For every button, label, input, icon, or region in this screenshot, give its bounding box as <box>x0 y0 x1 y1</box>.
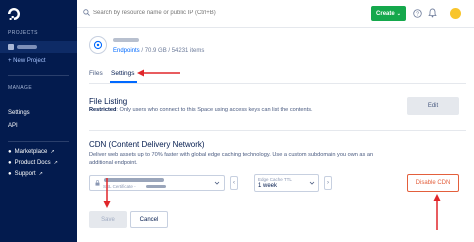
new-project-link[interactable]: + New Project <box>8 58 46 64</box>
restricted-text: : Only users who connect to this Space u… <box>116 107 313 113</box>
product-docs-label: Product Docs <box>14 160 51 166</box>
endpoints-link[interactable]: Endpoints <box>113 48 140 54</box>
manage-label: MANAGE <box>8 85 33 91</box>
lock-icon <box>95 180 100 186</box>
tabs-divider <box>89 83 466 84</box>
sidebar-divider <box>8 141 69 142</box>
marketplace-label: Marketplace <box>14 149 48 155</box>
save-button[interactable]: Save <box>89 211 127 228</box>
external-link-icon: ↗ <box>38 171 43 177</box>
chevron-down-icon <box>214 181 220 185</box>
sidebar-item-api[interactable]: API <box>8 123 18 129</box>
cdn-title: CDN (Content Delivery Network) <box>89 140 205 149</box>
edit-button[interactable]: Edit <box>407 97 459 115</box>
ttl-label: Edge Cache TTL <box>258 177 292 182</box>
tab-files[interactable]: Files <box>89 70 103 77</box>
cdn-description-line-2: additional endpoint. <box>89 160 138 166</box>
sidebar-item-settings[interactable]: Settings <box>8 110 30 116</box>
create-button[interactable]: Create ⌄ <box>371 6 406 21</box>
sidebar-link-support[interactable]: ● Support ↗ <box>8 171 43 177</box>
chevron-down-icon <box>309 181 315 185</box>
chevron-down-icon: ⌄ <box>396 10 401 17</box>
bullet-icon: ● <box>8 160 12 166</box>
annotation-arrow-left-icon <box>137 69 180 77</box>
restricted-label: Restricted <box>89 107 117 113</box>
projects-label: PROJECTS <box>8 30 38 36</box>
annotation-arrow-down-icon <box>103 178 111 208</box>
ttl-value: 1 week <box>258 183 278 189</box>
section-divider <box>89 130 466 131</box>
file-listing-description: Restricted: Only users who connect to th… <box>89 106 313 114</box>
project-icon <box>8 44 14 50</box>
support-label: Support <box>14 171 36 177</box>
space-meta: Endpoints / 70.9 GB / 54231 items <box>113 48 204 54</box>
help-icon[interactable]: ? <box>413 9 422 18</box>
sidebar-link-product-docs[interactable]: ● Product Docs ↗ <box>8 160 58 166</box>
bullet-icon: ● <box>8 171 12 177</box>
bullet-icon: ● <box>8 149 12 155</box>
sidebar-link-marketplace[interactable]: ● Marketplace ↗ <box>8 149 55 155</box>
search-input[interactable] <box>93 8 273 18</box>
project-name-redacted <box>17 45 37 49</box>
space-stats: / 70.9 GB / 54231 items <box>139 48 205 54</box>
cdn-description-line-1: Deliver web assets up to 70% faster with… <box>89 152 374 158</box>
sidebar-divider <box>8 75 69 76</box>
search-icon <box>83 9 90 16</box>
cancel-button[interactable]: Cancel <box>130 211 168 228</box>
bell-icon[interactable] <box>428 8 437 18</box>
external-link-icon: ↗ <box>50 149 55 155</box>
annotation-arrow-up-icon <box>433 194 441 230</box>
file-listing-title: File Listing <box>89 97 128 106</box>
space-icon <box>89 36 107 54</box>
external-link-icon: ↗ <box>53 160 58 166</box>
create-label: Create <box>376 10 395 17</box>
endpoint-domain-redacted <box>104 178 164 182</box>
digitalocean-logo-icon[interactable] <box>7 7 21 21</box>
disable-cdn-button[interactable]: Disable CDN <box>407 174 459 192</box>
tab-settings[interactable]: Settings <box>111 70 135 77</box>
sidebar: PROJECTS + New Project MANAGE Settings A… <box>0 0 77 242</box>
avatar[interactable] <box>450 8 461 19</box>
ssl-value-redacted <box>146 185 166 188</box>
ttl-decrease-button[interactable]: ‹ <box>230 176 238 190</box>
svg-text:?: ? <box>416 11 419 17</box>
ttl-increase-button[interactable]: › <box>324 176 332 190</box>
